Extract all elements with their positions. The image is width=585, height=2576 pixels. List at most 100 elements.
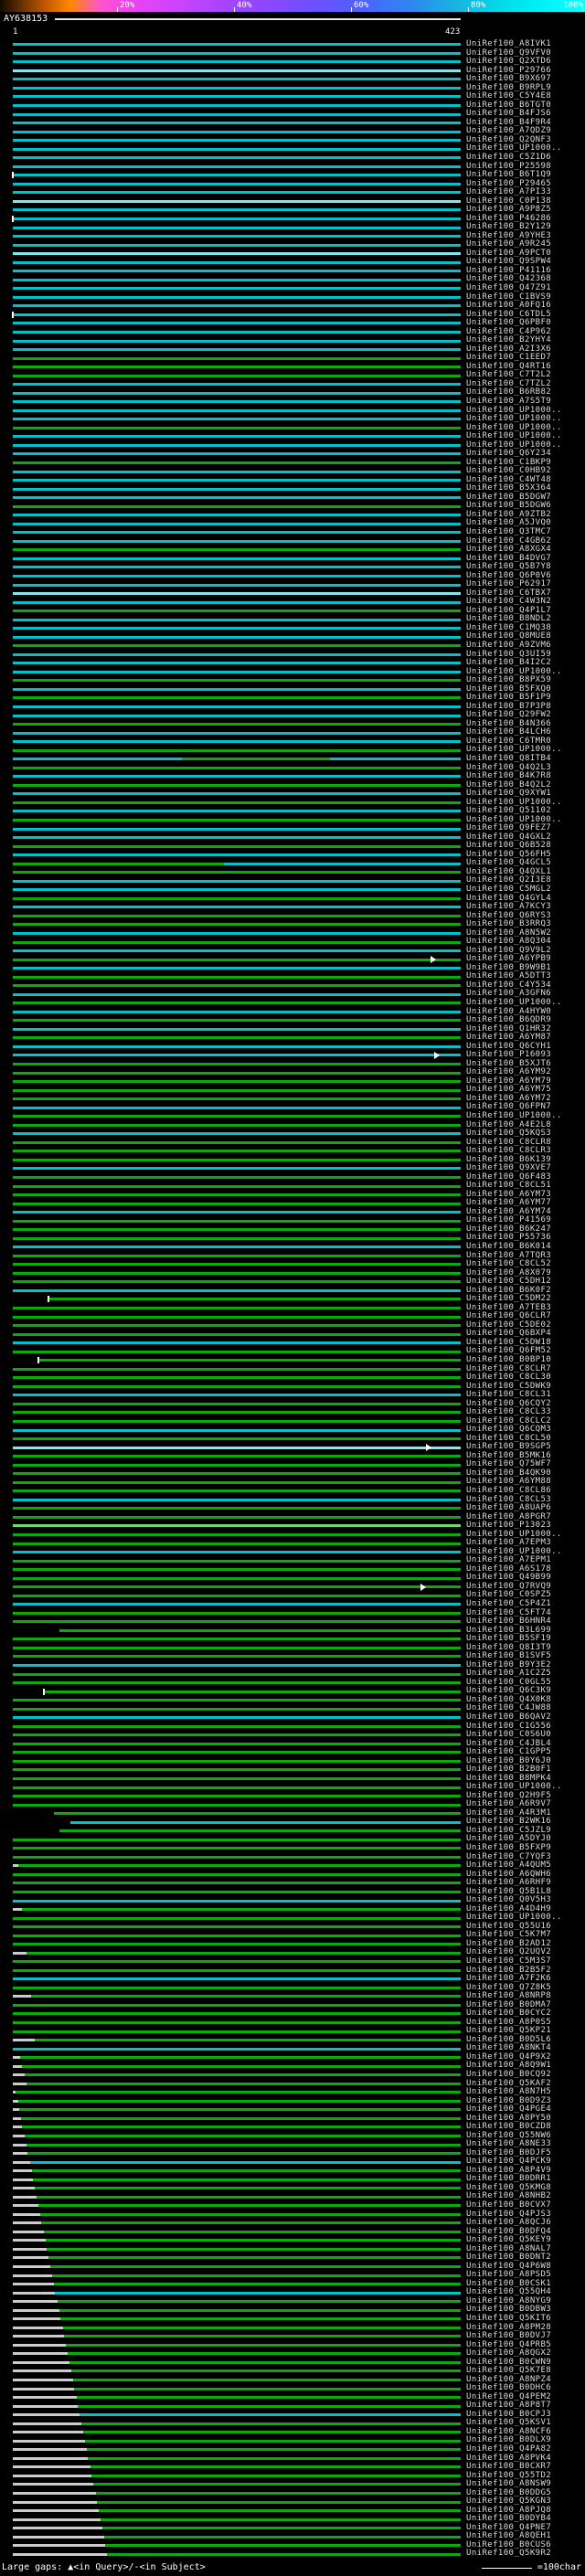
- hit-bar-segment[interactable]: [13, 191, 461, 195]
- hit-bar-segment[interactable]: [13, 235, 461, 239]
- hit-bar-segment[interactable]: [88, 2456, 461, 2460]
- hit-bar-segment[interactable]: [22, 1908, 461, 1912]
- hit-bar-segment[interactable]: [27, 1951, 461, 1955]
- hit-bar-segment[interactable]: [13, 627, 461, 631]
- hit-bar-segment[interactable]: [13, 1027, 461, 1031]
- hit-bar-segment[interactable]: [13, 1532, 461, 1536]
- hit-bar-segment[interactable]: [13, 2221, 42, 2225]
- hit-bar-segment[interactable]: [13, 2360, 69, 2364]
- hit-bar-segment[interactable]: [13, 775, 461, 779]
- hit-bar-segment[interactable]: [13, 1246, 461, 1249]
- hit-bar-segment[interactable]: [13, 800, 461, 804]
- hit-bar-segment[interactable]: [13, 461, 461, 464]
- hit-bar-segment[interactable]: [13, 443, 461, 447]
- hit-bar-segment[interactable]: [13, 51, 461, 55]
- hit-bar-segment[interactable]: [13, 1655, 461, 1659]
- hit-bar-segment[interactable]: [13, 975, 461, 979]
- hit-bar-segment[interactable]: [13, 836, 461, 840]
- hit-bar-segment[interactable]: [82, 2431, 461, 2434]
- hit-bar-segment[interactable]: [13, 391, 461, 395]
- hit-bar-segment[interactable]: [13, 1132, 461, 1136]
- hit-bar-segment[interactable]: [62, 2326, 461, 2329]
- hit-bar-segment[interactable]: [13, 1576, 461, 1580]
- hit-bar-segment[interactable]: [13, 1995, 31, 1998]
- hit-bar-segment[interactable]: [36, 2195, 461, 2199]
- hit-bar-segment[interactable]: [13, 2326, 63, 2329]
- hit-bar-segment[interactable]: [13, 295, 461, 299]
- hit-bar-segment[interactable]: [13, 426, 461, 429]
- hit-bar-segment[interactable]: [13, 1324, 461, 1328]
- hit-bar-segment[interactable]: [13, 871, 461, 875]
- hit-bar-segment[interactable]: [13, 1193, 461, 1197]
- hit-bar-segment[interactable]: [330, 758, 461, 761]
- hit-bar-segment[interactable]: [21, 2116, 461, 2120]
- hit-bar-segment[interactable]: [13, 2352, 69, 2356]
- hit-bar-segment[interactable]: [13, 1097, 461, 1101]
- hit-bar-segment[interactable]: [13, 1211, 461, 1214]
- hit-bar-segment[interactable]: [13, 2343, 67, 2347]
- hit-bar-segment[interactable]: [13, 182, 461, 186]
- hit-bar-segment[interactable]: [27, 2082, 461, 2085]
- hit-bar-segment[interactable]: [13, 539, 461, 543]
- hit-bar-segment[interactable]: [13, 2439, 85, 2443]
- hit-bar-segment[interactable]: [43, 2230, 461, 2233]
- hit-bar-segment[interactable]: [13, 967, 461, 970]
- hit-bar-segment[interactable]: [13, 2335, 64, 2338]
- hit-bar-segment[interactable]: [13, 2204, 38, 2208]
- hit-bar-segment[interactable]: [13, 1140, 461, 1144]
- hit-bar-segment[interactable]: [13, 1803, 461, 1807]
- hit-bar-segment[interactable]: [27, 2143, 461, 2147]
- hit-bar-segment[interactable]: [13, 1934, 461, 1937]
- hit-bar-segment[interactable]: [13, 818, 461, 822]
- hit-bar-segment[interactable]: [13, 810, 461, 813]
- hit-bar-segment[interactable]: [49, 2265, 461, 2269]
- hit-bar-segment[interactable]: [13, 879, 461, 883]
- hit-bar-segment[interactable]: [13, 1036, 461, 1040]
- hit-bar-segment[interactable]: [13, 1376, 461, 1380]
- hit-bar-segment[interactable]: [13, 1175, 461, 1179]
- hit-bar-segment[interactable]: [13, 1236, 461, 1240]
- hit-bar-segment[interactable]: [13, 1044, 461, 1048]
- hit-bar-segment[interactable]: [13, 923, 461, 927]
- hit-bar-segment[interactable]: [13, 940, 461, 944]
- hit-bar-segment[interactable]: [13, 2056, 21, 2060]
- hit-label[interactable]: UniRef100_Q5K9R2: [466, 2549, 551, 2559]
- hit-bar-segment[interactable]: [13, 522, 461, 525]
- hit-bar-segment[interactable]: [13, 313, 461, 316]
- hit-bar-segment[interactable]: [13, 1150, 461, 1153]
- hit-bar-segment[interactable]: [13, 2160, 30, 2164]
- hit-bar-segment[interactable]: [13, 1123, 461, 1127]
- hit-bar-segment[interactable]: [13, 1724, 461, 1728]
- hit-bar-segment[interactable]: [13, 1498, 461, 1501]
- hit-bar-segment[interactable]: [13, 1551, 461, 1554]
- hit-bar-segment[interactable]: [13, 696, 461, 700]
- hit-bar-segment[interactable]: [16, 2091, 461, 2094]
- hit-bar-segment[interactable]: [13, 1768, 461, 1772]
- hit-bar-segment[interactable]: [13, 1795, 461, 1798]
- hit-bar-segment[interactable]: [13, 1776, 461, 1780]
- hit-bar-segment[interactable]: [13, 60, 461, 64]
- hit-bar-segment[interactable]: [103, 2535, 461, 2539]
- hit-bar-segment[interactable]: [63, 2335, 461, 2338]
- hit-bar-segment[interactable]: [13, 1838, 461, 1841]
- hit-bar-segment[interactable]: [13, 2518, 101, 2521]
- hit-bar-segment[interactable]: [13, 766, 461, 769]
- hit-bar-segment[interactable]: [13, 853, 461, 857]
- hit-bar-segment[interactable]: [13, 408, 461, 412]
- hit-bar-segment[interactable]: [13, 104, 461, 108]
- hit-bar-segment[interactable]: [13, 339, 461, 343]
- hit-bar-segment[interactable]: [13, 322, 461, 325]
- hit-bar-segment[interactable]: [13, 2134, 25, 2137]
- hit-bar-segment[interactable]: [13, 2125, 23, 2129]
- hit-bar-segment[interactable]: [13, 348, 461, 352]
- hit-bar-segment[interactable]: [13, 2064, 23, 2068]
- hit-bar-segment[interactable]: [13, 1420, 461, 1423]
- hit-bar-segment[interactable]: [13, 2195, 37, 2199]
- hit-bar-segment[interactable]: [13, 1115, 461, 1118]
- hit-bar-segment[interactable]: [13, 2169, 32, 2173]
- hit-bar-segment[interactable]: [13, 304, 461, 308]
- hit-bar-segment[interactable]: [13, 2039, 36, 2042]
- hit-bar-segment[interactable]: [13, 2030, 461, 2033]
- hit-bar-segment[interactable]: [13, 1742, 461, 1745]
- hit-bar-segment[interactable]: [13, 1707, 461, 1711]
